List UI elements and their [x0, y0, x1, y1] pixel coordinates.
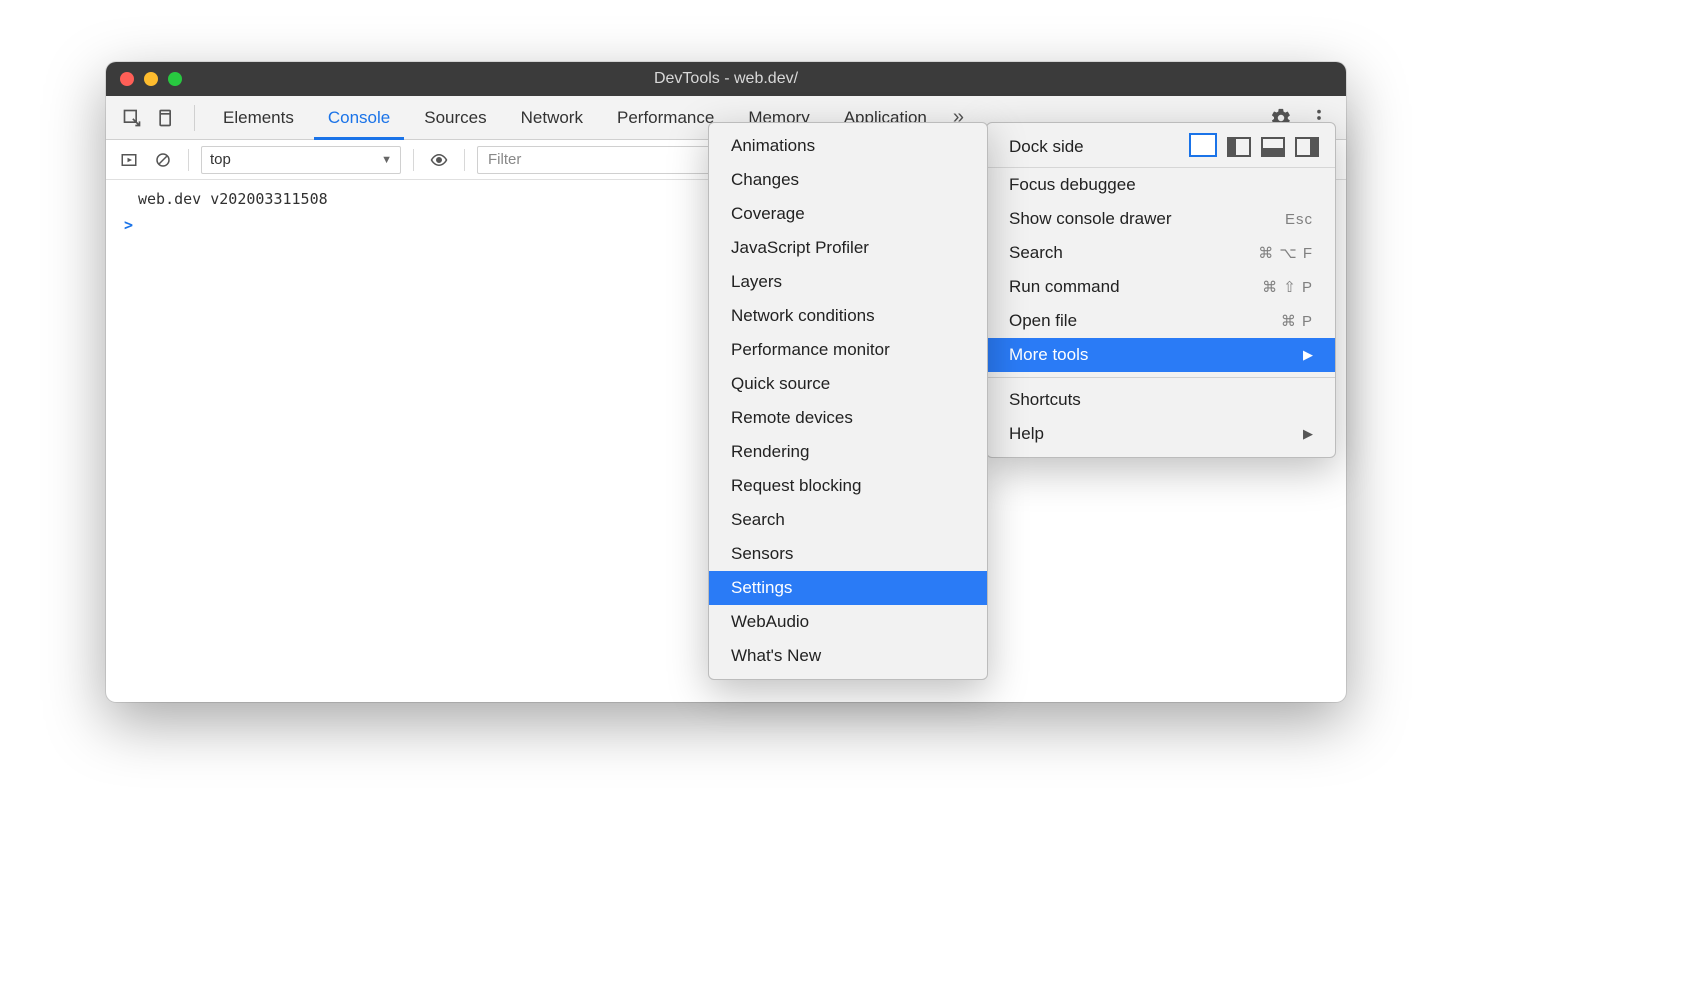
maximize-window-button[interactable]	[168, 72, 182, 86]
menu-item-label: Show console drawer	[1009, 209, 1172, 229]
tab-network[interactable]: Network	[507, 96, 597, 140]
dock-right-icon[interactable]	[1295, 137, 1319, 157]
submenu-arrow-icon: ▶	[1303, 426, 1313, 442]
submenu-item-webaudio[interactable]: WebAudio	[709, 605, 987, 639]
menu-item-label: More tools	[1009, 345, 1088, 365]
submenu-item-search[interactable]: Search	[709, 503, 987, 537]
tab-elements[interactable]: Elements	[209, 96, 308, 140]
toggle-sidebar-icon[interactable]	[116, 147, 142, 173]
menu-item-label: Run command	[1009, 277, 1120, 297]
menu-item-shortcut: ⌘ P	[1281, 312, 1313, 330]
submenu-item-label: Animations	[731, 136, 815, 156]
divider	[413, 149, 414, 171]
submenu-item-quick-source[interactable]: Quick source	[709, 367, 987, 401]
toggle-device-toolbar-icon[interactable]	[152, 104, 180, 132]
submenu-item-remote-devices[interactable]: Remote devices	[709, 401, 987, 435]
submenu-item-label: WebAudio	[731, 612, 809, 632]
submenu-item-label: Search	[731, 510, 785, 530]
menu-item-focus-debuggee[interactable]: Focus debuggee	[987, 168, 1335, 202]
clear-console-icon[interactable]	[150, 147, 176, 173]
menu-item-shortcut: ⌘ ⌥ F	[1258, 244, 1313, 262]
submenu-item-label: Request blocking	[731, 476, 861, 496]
dock-undock-icon[interactable]	[1193, 137, 1217, 157]
menu-item-label: Open file	[1009, 311, 1077, 331]
submenu-item-javascript-profiler[interactable]: JavaScript Profiler	[709, 231, 987, 265]
menu-item-search[interactable]: Search ⌘ ⌥ F	[987, 236, 1335, 270]
menu-item-run-command[interactable]: Run command ⌘ ⇧ P	[987, 270, 1335, 304]
submenu-item-changes[interactable]: Changes	[709, 163, 987, 197]
tab-sources[interactable]: Sources	[410, 96, 500, 140]
close-window-button[interactable]	[120, 72, 134, 86]
submenu-item-label: Rendering	[731, 442, 809, 462]
submenu-item-label: Settings	[731, 578, 792, 598]
submenu-arrow-icon: ▶	[1303, 347, 1313, 363]
dock-bottom-icon[interactable]	[1261, 137, 1285, 157]
menu-item-label: Help	[1009, 424, 1044, 444]
submenu-item-performance-monitor[interactable]: Performance monitor	[709, 333, 987, 367]
menu-item-shortcuts[interactable]: Shortcuts	[987, 383, 1335, 417]
submenu-item-coverage[interactable]: Coverage	[709, 197, 987, 231]
submenu-item-label: Remote devices	[731, 408, 853, 428]
submenu-item-settings[interactable]: Settings	[709, 571, 987, 605]
dock-side-label: Dock side	[1009, 137, 1084, 157]
submenu-item-sensors[interactable]: Sensors	[709, 537, 987, 571]
menu-separator	[987, 377, 1335, 378]
divider	[188, 149, 189, 171]
menu-item-label: Focus debuggee	[1009, 175, 1136, 195]
menu-item-shortcut: ⌘ ⇧ P	[1262, 278, 1313, 296]
menu-item-more-tools[interactable]: More tools ▶	[987, 338, 1335, 372]
divider	[194, 105, 195, 131]
dock-side-row: Dock side	[987, 129, 1335, 168]
menu-item-shortcut: Esc	[1285, 211, 1313, 228]
submenu-item-request-blocking[interactable]: Request blocking	[709, 469, 987, 503]
live-expression-eye-icon[interactable]	[426, 147, 452, 173]
submenu-item-what-s-new[interactable]: What's New	[709, 639, 987, 673]
menu-item-show-console-drawer[interactable]: Show console drawer Esc	[987, 202, 1335, 236]
menu-item-open-file[interactable]: Open file ⌘ P	[987, 304, 1335, 338]
submenu-item-label: Performance monitor	[731, 340, 890, 360]
minimize-window-button[interactable]	[144, 72, 158, 86]
submenu-item-network-conditions[interactable]: Network conditions	[709, 299, 987, 333]
execution-context-select[interactable]: top ▼	[201, 146, 401, 174]
divider	[464, 149, 465, 171]
submenu-item-label: JavaScript Profiler	[731, 238, 869, 258]
menu-item-label: Shortcuts	[1009, 390, 1081, 410]
submenu-item-label: What's New	[731, 646, 821, 666]
window-title: DevTools - web.dev/	[106, 70, 1346, 88]
menu-item-help[interactable]: Help ▶	[987, 417, 1335, 451]
main-menu: Dock side Focus debuggee Show console dr…	[986, 122, 1336, 458]
submenu-item-label: Coverage	[731, 204, 805, 224]
submenu-item-label: Network conditions	[731, 306, 875, 326]
tab-console[interactable]: Console	[314, 96, 404, 140]
submenu-item-label: Layers	[731, 272, 782, 292]
inspect-element-icon[interactable]	[118, 104, 146, 132]
submenu-item-label: Quick source	[731, 374, 830, 394]
submenu-item-label: Changes	[731, 170, 799, 190]
chevron-down-icon: ▼	[381, 154, 392, 166]
execution-context-value: top	[210, 151, 231, 168]
submenu-item-label: Sensors	[731, 544, 793, 564]
submenu-item-rendering[interactable]: Rendering	[709, 435, 987, 469]
dock-left-icon[interactable]	[1227, 137, 1251, 157]
submenu-item-layers[interactable]: Layers	[709, 265, 987, 299]
traffic-lights	[120, 72, 182, 86]
titlebar: DevTools - web.dev/	[106, 62, 1346, 96]
devtools-window: DevTools - web.dev/ Elements Console Sou…	[106, 62, 1346, 702]
more-tools-submenu: Animations Changes Coverage JavaScript Prof…	[708, 122, 988, 680]
menu-item-label: Search	[1009, 243, 1063, 263]
submenu-item-animations[interactable]: Animations	[709, 129, 987, 163]
